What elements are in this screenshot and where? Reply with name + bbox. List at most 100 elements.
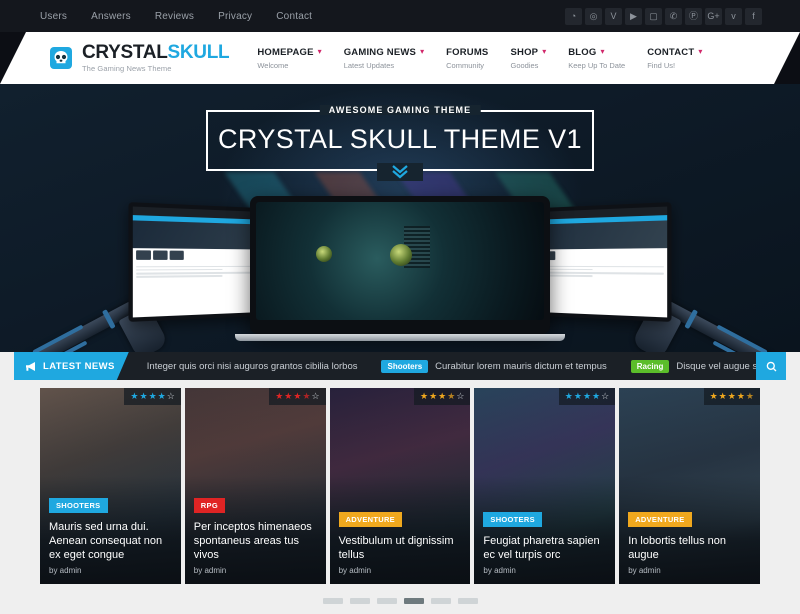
- logo-word-primary: CRYSTAL: [82, 42, 168, 63]
- youtube-icon[interactable]: ▶: [625, 8, 642, 25]
- nav-item-label: BLOG: [568, 47, 596, 58]
- post-card-body: SHOOTERS Feugiat pharetra sapien ec vel t…: [474, 509, 615, 584]
- nav-item-contact[interactable]: CONTACT ▾ Find Us!: [647, 47, 702, 70]
- skull-logo-icon: [48, 45, 74, 71]
- hero-caption: AWESOME GAMING THEME: [320, 105, 481, 115]
- laptop-screen-artwork: [256, 202, 544, 320]
- logo-tagline: The Gaming News Theme: [82, 65, 229, 73]
- rating-star: ☆: [312, 392, 320, 401]
- carousel-pagination: [0, 598, 800, 604]
- vimeo-icon[interactable]: V: [605, 8, 622, 25]
- post-card-category-badge[interactable]: SHOOTERS: [49, 498, 108, 513]
- post-card-category-badge[interactable]: ADVENTURE: [628, 512, 691, 527]
- rating-star: ★: [447, 392, 455, 401]
- post-card[interactable]: ★ ★ ★ ★ ★ ADVENTURE In lobortis tellus non aug…: [619, 388, 760, 584]
- site-logo[interactable]: CRYSTALSKULL The Gaming News Theme: [48, 43, 229, 73]
- pagination-dot[interactable]: [377, 598, 397, 604]
- phone-icon[interactable]: ✆: [665, 8, 682, 25]
- nav-item-label: SHOP: [510, 47, 538, 58]
- featured-posts-grid: ★ ★ ★ ★ ☆ SHOOTERS Mauris sed urna dui. Aenean…: [40, 388, 760, 584]
- nav-item-subtitle: Goodies: [510, 61, 546, 70]
- post-card-rating: ★ ★ ★ ★ ★: [704, 388, 760, 405]
- post-card-title[interactable]: Feugiat pharetra sapien ec vel turpis or…: [483, 534, 606, 562]
- post-card-rating: ★ ★ ★ ★ ☆: [269, 388, 325, 405]
- top-nav-link-privacy[interactable]: Privacy: [218, 11, 252, 22]
- social-icon-list: ◔ ◎ V ▶ ▢ ✆ Ⓟ G+ ᴠ f: [565, 8, 762, 25]
- rating-star: ★: [158, 392, 166, 401]
- pagination-dot[interactable]: [350, 598, 370, 604]
- post-card-category-badge[interactable]: ADVENTURE: [339, 512, 402, 527]
- nav-item-subtitle: Keep Up To Date: [568, 61, 625, 70]
- rating-star: ★: [592, 392, 600, 401]
- post-card-category-badge[interactable]: SHOOTERS: [483, 512, 542, 527]
- rating-star: ☆: [167, 392, 175, 401]
- rating-star: ☆: [456, 392, 464, 401]
- top-nav-link-contact[interactable]: Contact: [276, 11, 312, 22]
- nav-item-shop[interactable]: SHOP ▾ Goodies: [510, 47, 546, 70]
- nav-item-blog[interactable]: BLOG ▾ Keep Up To Date: [568, 47, 625, 70]
- rating-star: ★: [737, 392, 745, 401]
- post-card[interactable]: ★ ★ ★ ★ ☆ SHOOTERS Feugiat pharetra sapien ec …: [474, 388, 615, 584]
- nav-item-label: HOMEPAGE: [257, 47, 313, 58]
- rating-star: ★: [728, 392, 736, 401]
- search-icon: [766, 361, 777, 372]
- ticker-item-badge: Shooters: [381, 360, 428, 373]
- ticker-item[interactable]: Shooters Curabitur lorem mauris dictum et…: [369, 360, 618, 373]
- search-button[interactable]: [756, 352, 786, 380]
- twitter-icon[interactable]: ᴠ: [725, 8, 742, 25]
- facebook-icon[interactable]: f: [745, 8, 762, 25]
- chevron-down-icon: ▾: [600, 48, 604, 56]
- nav-item-label: CONTACT: [647, 47, 694, 58]
- post-card-title[interactable]: Per inceptos himenaeos spontaneus areas …: [194, 520, 317, 562]
- pagination-dot[interactable]: [323, 598, 343, 604]
- rating-star: ★: [293, 392, 301, 401]
- post-card[interactable]: ★ ★ ★ ★ ☆ ADVENTURE Vestibulum ut dignissim te…: [330, 388, 471, 584]
- nav-item-forums[interactable]: FORUMS Community: [446, 47, 488, 70]
- hero-title: CRYSTAL SKULL THEME V1: [208, 124, 592, 155]
- nav-item-label: GAMING NEWS: [344, 47, 416, 58]
- ticker-item-badge: Racing: [631, 360, 670, 373]
- ticker-item-text: Disque vel augue sit amet diam lob: [676, 361, 756, 372]
- rating-star: ★: [284, 392, 292, 401]
- post-card-title[interactable]: Vestibulum ut dignissim tellus: [339, 534, 462, 562]
- comments-icon[interactable]: ▢: [645, 8, 662, 25]
- post-card[interactable]: ★ ★ ★ ★ ☆ RPG Per inceptos himenaeos spontaneu…: [185, 388, 326, 584]
- rating-star: ★: [438, 392, 446, 401]
- pagination-dot[interactable]: [458, 598, 478, 604]
- rss-icon[interactable]: ◔: [565, 8, 582, 25]
- post-card-author: by admin: [49, 566, 172, 575]
- post-card-title[interactable]: In lobortis tellus non augue: [628, 534, 751, 562]
- pagination-dot[interactable]: [431, 598, 451, 604]
- pagination-dot[interactable]: [404, 598, 424, 604]
- top-nav-link-reviews[interactable]: Reviews: [155, 11, 194, 22]
- ticker-label: LATEST NEWS: [14, 352, 129, 380]
- rating-star: ★: [719, 392, 727, 401]
- megaphone-icon: [26, 362, 37, 371]
- post-card-title[interactable]: Mauris sed urna dui. Aenean consequat no…: [49, 520, 172, 562]
- top-nav-link-answers[interactable]: Answers: [91, 11, 131, 22]
- nav-item-gaming-news[interactable]: GAMING NEWS ▾ Latest Updates: [344, 47, 424, 70]
- nav-item-homepage[interactable]: HOMEPAGE ▾ Welcome: [257, 47, 321, 70]
- dribbble-icon[interactable]: ◎: [585, 8, 602, 25]
- logo-word-secondary: SKULL: [168, 42, 230, 63]
- hero-banner: AWESOME GAMING THEME CRYSTAL SKULL THEME…: [0, 84, 800, 352]
- google-plus-icon[interactable]: G+: [705, 8, 722, 25]
- post-card[interactable]: ★ ★ ★ ★ ☆ SHOOTERS Mauris sed urna dui. Aenean…: [40, 388, 181, 584]
- nav-item-subtitle: Welcome: [257, 61, 321, 70]
- ticker-item-text: Integer quis orci nisi auguros grantos c…: [147, 361, 358, 372]
- chevron-down-icon: ▾: [542, 48, 546, 56]
- post-card-author: by admin: [194, 566, 317, 575]
- post-card-category-badge[interactable]: RPG: [194, 498, 225, 513]
- pinterest-icon[interactable]: Ⓟ: [685, 8, 702, 25]
- rating-star: ★: [746, 392, 754, 401]
- rating-star: ★: [275, 392, 283, 401]
- nav-item-label: FORUMS: [446, 47, 488, 58]
- top-nav-link-users[interactable]: Users: [40, 11, 67, 22]
- ticker-item[interactable]: Integer quis orci nisi auguros grantos c…: [135, 361, 370, 372]
- rating-star: ★: [302, 392, 310, 401]
- scroll-down-chevron-icon[interactable]: [377, 163, 423, 181]
- ticker-label-text: LATEST NEWS: [43, 361, 115, 372]
- main-nav: HOMEPAGE ▾ Welcome GAMING NEWS ▾ Latest Updat…: [257, 47, 702, 70]
- hero-title-block: AWESOME GAMING THEME CRYSTAL SKULL THEME…: [206, 110, 594, 171]
- ticker-item[interactable]: Racing Disque vel augue sit amet diam lob: [619, 360, 756, 373]
